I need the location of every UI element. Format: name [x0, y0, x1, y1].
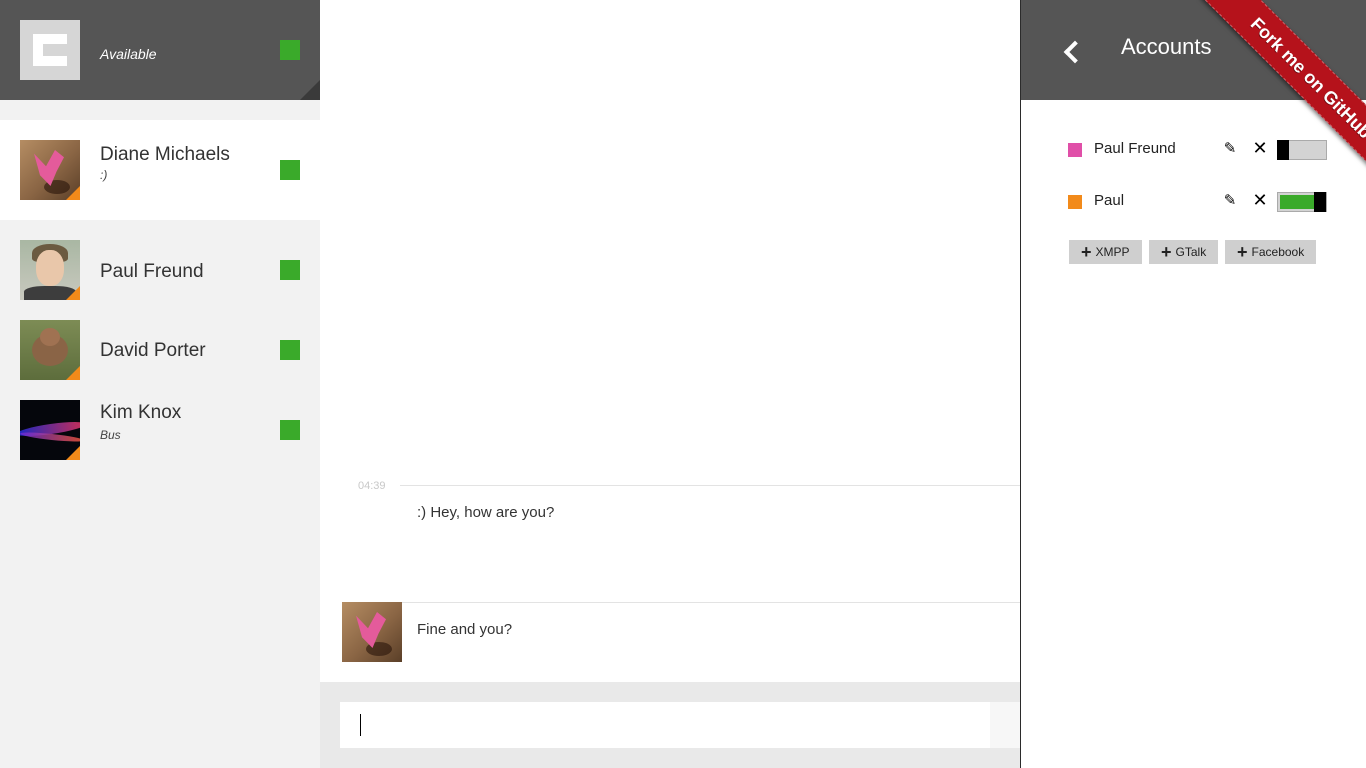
- my-avatar[interactable]: [20, 20, 80, 80]
- message-text: Fine and you?: [417, 621, 513, 638]
- presence-indicator: [280, 340, 300, 360]
- add-button-label: Facebook: [1251, 245, 1305, 259]
- account-name: Paul Freund: [1094, 140, 1176, 157]
- contact-avatar: [20, 240, 80, 300]
- text-caret: [360, 714, 361, 736]
- contact-name: Paul Freund: [100, 261, 204, 282]
- back-arrow-icon[interactable]: [1061, 36, 1085, 66]
- contact-status-message: Bus: [100, 428, 121, 442]
- account-badge-icon: [66, 286, 80, 300]
- contact-name: Kim Knox: [100, 402, 182, 423]
- add-button-label: GTalk: [1175, 245, 1207, 259]
- message-sender-avatar: [342, 602, 402, 662]
- plus-icon: +: [1161, 242, 1172, 262]
- account-badge-icon: [66, 186, 80, 200]
- message-text: :) Hey, how are you?: [417, 504, 555, 521]
- account-badge-icon: [66, 446, 80, 460]
- add-button-label: XMPP: [1095, 245, 1130, 259]
- my-status-header[interactable]: Available: [0, 0, 320, 100]
- contact-avatar: [20, 320, 80, 380]
- add-xmpp-button[interactable]: + XMPP: [1069, 240, 1142, 264]
- account-badge-icon: [66, 366, 80, 380]
- contact-name: Diane Michaels: [100, 144, 230, 165]
- contact-avatar: [20, 140, 80, 200]
- add-facebook-button[interactable]: + Facebook: [1225, 240, 1317, 264]
- compose-bar: [320, 682, 1020, 768]
- plus-icon: +: [1081, 242, 1092, 262]
- contact-status-message: :): [100, 168, 108, 182]
- send-area[interactable]: [990, 702, 1020, 748]
- add-gtalk-button[interactable]: + GTalk: [1149, 240, 1219, 264]
- contact-item-kim-knox[interactable]: Kim Knox Bus: [0, 400, 320, 480]
- contact-name: David Porter: [100, 340, 206, 361]
- header-corner-fold: [300, 80, 320, 100]
- presence-indicator: [280, 260, 300, 280]
- message-input[interactable]: [340, 702, 990, 748]
- account-name: Paul: [1094, 192, 1125, 209]
- my-presence-indicator[interactable]: [280, 40, 300, 60]
- plus-icon: +: [1237, 242, 1248, 262]
- presence-indicator: [280, 420, 300, 440]
- contact-item-paul-freund[interactable]: Paul Freund: [0, 240, 320, 320]
- presence-indicator: [280, 160, 300, 180]
- my-status-text: Available: [100, 46, 157, 62]
- contacts-sidebar: Available Diane Michaels :) Paul Freund …: [0, 0, 320, 768]
- accounts-panel: Accounts Paul Freund ✎ ✕ Paul ✎ ✕ + XMPP…: [1020, 0, 1366, 768]
- chat-pane: 04:39 :) Hey, how are you? Fine and you?: [320, 0, 1020, 768]
- account-color-swatch: [1068, 143, 1082, 157]
- account-color-swatch: [1068, 195, 1082, 209]
- contact-item-david-porter[interactable]: David Porter: [0, 320, 320, 400]
- message-divider: [400, 485, 1020, 486]
- message-divider: [342, 602, 1020, 603]
- contact-avatar: [20, 400, 80, 460]
- contact-item-diane-michaels[interactable]: Diane Michaels :): [0, 120, 320, 220]
- ribbon-label: Fork me on GitHub: [1247, 13, 1366, 142]
- message-timestamp: 04:39: [358, 480, 386, 492]
- github-ribbon[interactable]: Fork me on GitHub: [1166, 0, 1366, 200]
